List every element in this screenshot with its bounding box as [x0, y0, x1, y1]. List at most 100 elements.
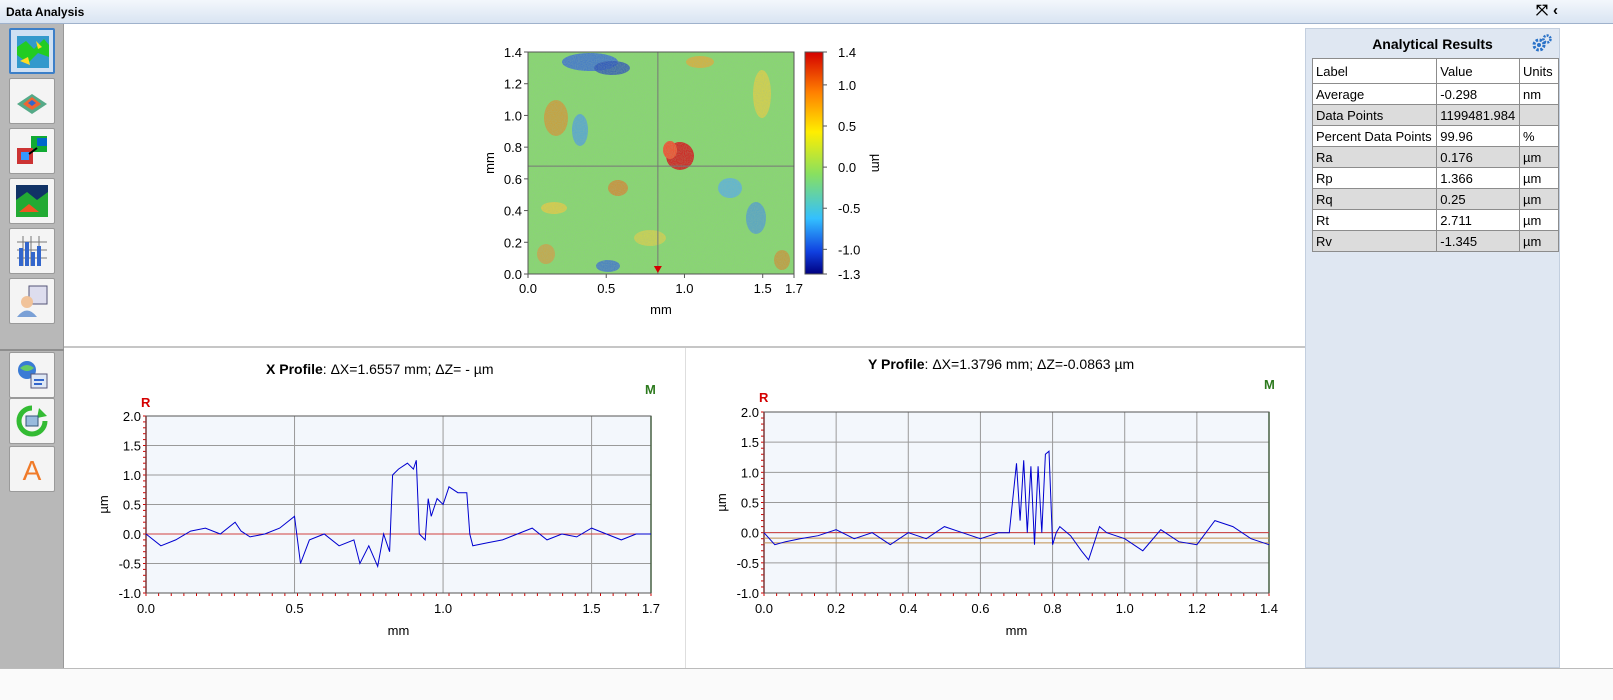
surface-map-image	[528, 52, 794, 274]
y-profile-ylabel: µm	[714, 493, 729, 511]
results-row[interactable]: Rp 1.366 µm	[1311, 167, 1560, 189]
3d-view-tool-button[interactable]	[9, 78, 55, 124]
surface-map-ytick-label: 1.4	[504, 45, 522, 60]
results-col-label[interactable]: Label	[1311, 58, 1438, 84]
histogram-icon	[17, 236, 47, 266]
x-profile-ytick-label: -1.0	[119, 586, 141, 601]
surface-map-ytick-label: 0.6	[504, 172, 522, 187]
title-bar: Data Analysis ⤧ ‹	[0, 0, 1613, 24]
surface-map-xtick-label: 0.0	[519, 281, 537, 296]
window-title: Data Analysis	[6, 5, 85, 19]
user-view-tool-button[interactable]	[9, 278, 55, 324]
y-profile-ytick-label: 1.5	[741, 435, 759, 450]
y-profile-xtick-label: 0.2	[827, 601, 845, 616]
x-profile-title-rest: : ΔX=1.6557 mm; ΔZ= - µm	[322, 361, 494, 377]
result-units: %	[1518, 125, 1560, 147]
y-profile-xtick-label: 0.8	[1044, 601, 1062, 616]
surface-map-ytick-label: 1.0	[504, 108, 522, 123]
result-label: Rt	[1311, 209, 1438, 231]
export-tool-button[interactable]	[9, 352, 55, 398]
settings-gear-icon[interactable]	[1531, 33, 1553, 55]
surface-map-ytick-label: 0.4	[504, 204, 522, 219]
result-label: Data Points	[1311, 104, 1438, 126]
status-bar	[0, 668, 1613, 700]
y-profile-title-bold: Y Profile	[868, 356, 925, 372]
result-units: µm	[1518, 188, 1560, 210]
results-col-value[interactable]: Value	[1436, 58, 1520, 84]
y-profile-xtick-label: 1.2	[1188, 601, 1206, 616]
height-map-icon	[16, 185, 48, 217]
results-col-units[interactable]: Units	[1518, 58, 1560, 84]
analytical-results-panel: Analytical Results Label Value Units Ave…	[1305, 28, 1560, 668]
filter-icon	[17, 136, 47, 164]
y-profile-ytick-label: 0.0	[741, 526, 759, 541]
surface-map-ylabel: mm	[482, 152, 497, 174]
x-profile-chart[interactable]: 0.0 0.5 1.0 1.5 1.7 2.0 1.5 1.0 0.5 0.0 -0.5 -1.0 mm…	[70, 400, 690, 660]
result-label: Average	[1311, 83, 1438, 105]
result-value: -0.298	[1436, 83, 1520, 105]
x-profile-xtick-label: 0.0	[137, 601, 155, 616]
surface-map-ytick-label: 0.8	[504, 140, 522, 155]
results-row[interactable]: Ra 0.176 µm	[1311, 146, 1560, 168]
y-profile-chart[interactable]: 0.0 0.2 0.4 0.6 0.8 1.0 1.2 1.42.01.51.00.50.0-…	[690, 396, 1300, 656]
x-profile-ytick-label: -0.5	[119, 557, 141, 572]
result-value: 0.25	[1436, 188, 1520, 210]
result-value: 1.366	[1436, 167, 1520, 189]
y-profile-xtick-label: 0.4	[899, 601, 917, 616]
tool-sidebar: A	[0, 24, 64, 696]
user-view-icon	[17, 285, 48, 317]
x-profile-xtick-label: 1.5	[583, 601, 601, 616]
result-value: 0.176	[1436, 146, 1520, 168]
results-row[interactable]: Rv -1.345 µm	[1311, 230, 1560, 252]
refresh-tool-button[interactable]	[9, 398, 55, 444]
y-profile-ytick-label: 1.0	[741, 465, 759, 480]
y-profile-ytick-label: 0.5	[741, 496, 759, 511]
y-profile-title-rest: : ΔX=1.3796 mm; ΔZ=-0.0863 µm	[924, 356, 1135, 372]
surface-map-xtick-label: 1.7	[785, 281, 803, 296]
annotate-tool-button[interactable]: A	[9, 446, 55, 492]
colorbar-tick-label: -1.3	[838, 267, 860, 282]
colorbar-tick-label: 1.0	[838, 78, 856, 93]
result-value: 1199481.984	[1436, 104, 1520, 126]
colorbar-label: µm	[869, 154, 884, 172]
y-profile-xtick-label: 0.0	[755, 601, 773, 616]
colorbar-tick-label: -1.0	[838, 242, 860, 257]
x-profile-xtick-label: 1.7	[642, 601, 660, 616]
x-profile-title-bold: X Profile	[266, 361, 323, 377]
result-label: Rp	[1311, 167, 1438, 189]
y-profile-xtick-label: 0.6	[971, 601, 989, 616]
x-profile-ytick-label: 0.5	[123, 498, 141, 513]
histogram-tool-button[interactable]	[9, 228, 55, 274]
x-profile-marker-m[interactable]: M	[645, 382, 656, 397]
surface-map-xtick-label: 0.5	[597, 281, 615, 296]
result-units: µm	[1518, 209, 1560, 231]
filter-tool-button[interactable]	[9, 128, 55, 174]
surface-map-chart[interactable]: 0.0 0.5 1.0 1.5 1.7 0.0 0.2 0.4 0.6 0.8 1.0 1.2 1.4…	[470, 38, 890, 338]
refresh-icon	[16, 405, 48, 437]
result-units: µm	[1518, 146, 1560, 168]
colorbar-tick-label: 0.5	[838, 119, 856, 134]
colorbar	[804, 51, 824, 275]
surface-map-tool-button[interactable]	[9, 28, 55, 74]
collapse-icon[interactable]: ‹	[1553, 3, 1558, 19]
results-header-row: Label Value Units	[1311, 58, 1560, 84]
results-row[interactable]: Average -0.298 nm	[1311, 83, 1560, 105]
surface-map-icon	[17, 36, 49, 68]
result-label: Rv	[1311, 230, 1438, 252]
text-annotate-icon: A	[23, 455, 42, 486]
y-profile-ytick-label: -0.5	[737, 556, 759, 571]
result-units	[1518, 104, 1560, 126]
expand-icon[interactable]: ⤧	[1536, 3, 1548, 19]
height-map-tool-button[interactable]	[9, 178, 55, 224]
colorbar-tick-label: 1.4	[838, 45, 856, 60]
result-units: µm	[1518, 230, 1560, 252]
y-profile-marker-m[interactable]: M	[1264, 377, 1275, 392]
results-row[interactable]: Rt 2.711 µm	[1311, 209, 1560, 231]
results-row[interactable]: Data Points 1199481.984	[1311, 104, 1560, 126]
x-profile-title: X Profile: ΔX=1.6557 mm; ΔZ= - µm	[266, 361, 494, 377]
surface-map-xtick-label: 1.0	[675, 281, 693, 296]
results-row[interactable]: Rq 0.25 µm	[1311, 188, 1560, 210]
results-row[interactable]: Percent Data Points 99.96%	[1311, 125, 1560, 147]
y-profile-title: Y Profile: ΔX=1.3796 mm; ΔZ=-0.0863 µm	[868, 356, 1134, 372]
x-profile-ytick-label: 1.5	[123, 439, 141, 454]
